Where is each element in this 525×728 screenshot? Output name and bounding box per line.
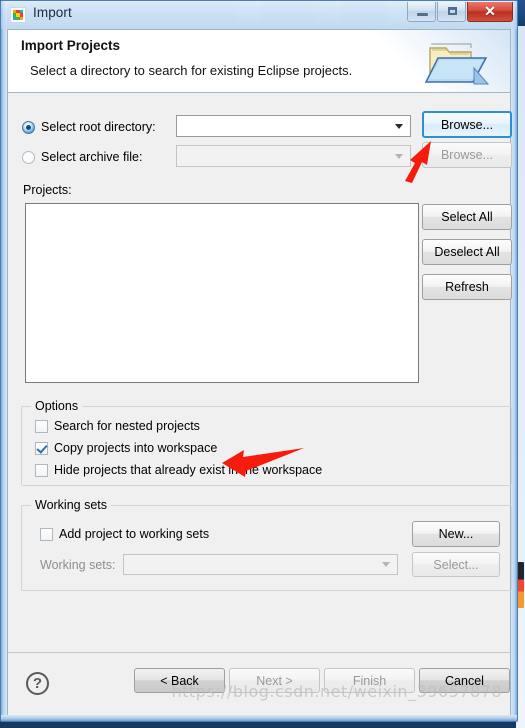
hide-existing-projects-label: Hide projects that already exist in the … [54, 463, 323, 477]
search-nested-projects-label: Search for nested projects [54, 419, 200, 433]
refresh-button[interactable]: Refresh [422, 274, 512, 300]
select-working-sets-label: Select... [433, 557, 479, 572]
page-subtitle: Select a directory to search for existin… [30, 63, 353, 78]
working-sets-legend: Working sets [31, 498, 112, 512]
select-all-label: Select All [441, 210, 493, 224]
select-working-sets-button[interactable]: Select... [412, 552, 500, 577]
chevron-down-icon[interactable] [382, 562, 390, 567]
wizard-header: Import Projects Select a directory to se… [8, 30, 510, 93]
browse-root-directory-button[interactable]: Browse... [422, 111, 512, 138]
search-nested-projects-checkbox[interactable] [35, 419, 48, 433]
browse-archive-file-button[interactable]: Browse... [422, 142, 512, 168]
projects-list[interactable] [25, 203, 419, 383]
add-to-working-sets-checkbox[interactable] [40, 527, 53, 541]
window-controls: ✕ [406, 2, 513, 22]
maximize-button[interactable] [437, 2, 466, 22]
refresh-label: Refresh [445, 280, 489, 294]
archive-file-combo[interactable] [176, 145, 411, 167]
copy-projects-checkbox[interactable] [35, 441, 48, 455]
hide-existing-projects-row[interactable]: Hide projects that already exist in the … [35, 463, 322, 477]
working-sets-combo[interactable] [123, 554, 398, 575]
close-button[interactable]: ✕ [467, 2, 513, 22]
working-sets-group: Working sets [21, 498, 512, 591]
dialog-body: Select root directory: Browse... Select … [8, 93, 512, 715]
chevron-down-icon[interactable] [395, 123, 403, 129]
select-all-button[interactable]: Select All [422, 204, 512, 230]
window-border-right [511, 1, 517, 721]
projects-label: Projects: [23, 183, 72, 197]
new-working-set-button[interactable]: New... [412, 521, 500, 547]
select-root-directory-radio[interactable] [22, 120, 35, 134]
select-root-directory-label: Select root directory: [41, 120, 156, 134]
hide-existing-projects-checkbox[interactable] [35, 463, 48, 477]
minimize-button[interactable] [407, 2, 436, 22]
footer-separator [8, 652, 510, 653]
search-nested-projects-row[interactable]: Search for nested projects [35, 419, 200, 433]
add-to-working-sets-row[interactable]: Add project to working sets [40, 527, 209, 541]
window-title: Import [33, 5, 72, 20]
import-dialog: Import ✕ Import Projects Select a direct… [0, 0, 518, 722]
nxp-logo-icon [10, 7, 26, 23]
root-directory-combo[interactable] [176, 115, 411, 137]
copy-projects-row[interactable]: Copy projects into workspace [35, 441, 217, 455]
add-to-working-sets-label: Add project to working sets [59, 527, 210, 541]
chevron-down-icon[interactable] [395, 153, 403, 159]
working-sets-field-label: Working sets: [40, 558, 116, 572]
open-folder-icon [424, 43, 490, 85]
window-border-bottom [1, 715, 517, 721]
new-working-set-label: New... [438, 527, 474, 541]
select-archive-file-radio[interactable] [22, 150, 35, 164]
page-title: Import Projects [21, 38, 121, 53]
options-legend: Options [31, 399, 83, 413]
deselect-all-button[interactable]: Deselect All [422, 239, 512, 265]
watermark-text: https://blog.csdn.net/weixin_39657878 [171, 682, 502, 701]
select-archive-file-label: Select archive file: [41, 150, 143, 164]
copy-projects-label: Copy projects into workspace [54, 441, 218, 455]
title-bar[interactable]: Import ✕ [1, 1, 517, 29]
help-icon[interactable]: ? [26, 672, 49, 695]
select-archive-file-radio-row[interactable]: Select archive file: [22, 150, 142, 164]
dialog-content: Import Projects Select a directory to se… [7, 29, 512, 715]
deselect-all-label: Deselect All [434, 245, 500, 259]
select-root-directory-radio-row[interactable]: Select root directory: [22, 120, 156, 134]
